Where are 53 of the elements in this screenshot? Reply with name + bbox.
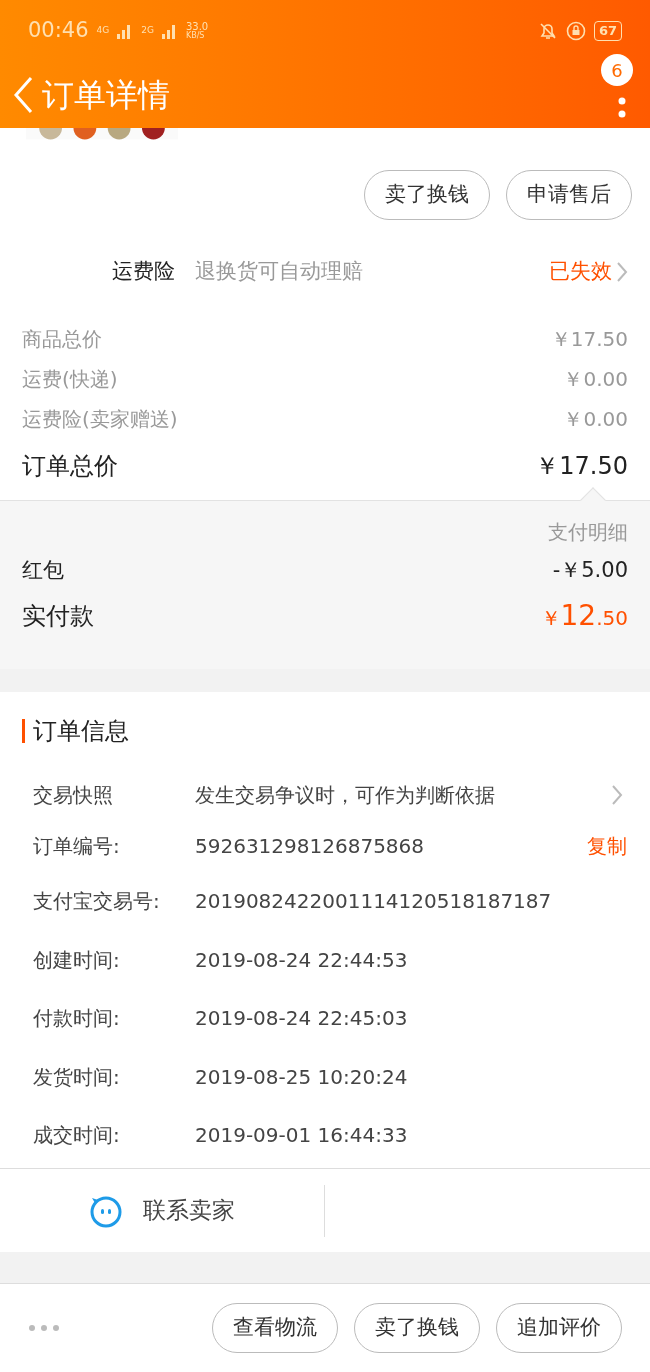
info-label: 交易快照 xyxy=(33,782,114,810)
paid-amount: 12 xyxy=(560,598,597,634)
info-value: 2019082422001114120518187187 xyxy=(195,888,553,916)
action-button[interactable]: 查看物流 xyxy=(212,1303,338,1354)
page-title: 订单详情 xyxy=(42,75,170,117)
price-value: ￥0.00 xyxy=(563,406,628,434)
discount-label: 红包 xyxy=(22,557,64,585)
insurance-description: 退换货可自动理赔 xyxy=(195,258,364,286)
info-value: 发生交易争议时，可作为判断依据 xyxy=(195,782,496,810)
action-button[interactable]: 追加评价 xyxy=(496,1303,622,1354)
section-title: 订单信息 xyxy=(33,715,129,747)
info-value: 2019-09-01 16:44:33 xyxy=(195,1122,409,1150)
info-label: 支付宝交易号: xyxy=(33,888,161,916)
chevron-right-icon xyxy=(611,784,623,807)
info-label: 发货时间: xyxy=(33,1063,121,1091)
signal-icon xyxy=(161,23,178,39)
currency-symbol: ￥ xyxy=(540,605,561,632)
network-label: 4G xyxy=(96,24,110,38)
info-label: 付款时间: xyxy=(33,1005,121,1033)
price-label: 订单总价 xyxy=(22,451,118,483)
action-button[interactable]: 卖了换钱 xyxy=(364,169,490,220)
discount-value: -￥5.00 xyxy=(552,557,628,585)
price-label: 运费险(卖家赠送) xyxy=(22,406,178,434)
info-label: 订单编号: xyxy=(33,833,121,861)
chevron-right-icon xyxy=(616,261,628,284)
network-label: 2G xyxy=(141,24,154,38)
info-value: 2019-08-25 10:20:24 xyxy=(195,1063,409,1091)
action-button[interactable]: 卖了换钱 xyxy=(354,1303,480,1354)
network-speed: 33.0 xyxy=(185,22,209,32)
more-icon[interactable] xyxy=(618,95,626,120)
price-label: 运费(快递) xyxy=(22,366,118,394)
info-value: 2019-08-24 22:45:03 xyxy=(195,1005,409,1033)
price-value: ￥0.00 xyxy=(563,366,628,394)
price-label: 商品总价 xyxy=(22,326,102,354)
status-time: 00:46 xyxy=(28,17,89,45)
price-value: ￥17.50 xyxy=(535,451,628,483)
info-value: 2019-08-24 22:44:53 xyxy=(195,946,409,974)
battery-indicator: 67 xyxy=(593,21,622,41)
contact-seller-link[interactable]: 联系卖家 xyxy=(143,1193,235,1228)
more-icon[interactable] xyxy=(28,1324,60,1333)
lock-rotation-icon xyxy=(565,21,586,41)
price-value: ￥17.50 xyxy=(550,326,628,354)
info-label: 成交时间: xyxy=(33,1122,121,1150)
notification-badge: 6 xyxy=(601,54,633,86)
paid-label: 实付款 xyxy=(22,601,94,632)
info-label: 创建时间: xyxy=(33,946,121,974)
bell-off-icon xyxy=(537,21,558,41)
back-icon[interactable] xyxy=(12,75,34,116)
insurance-label: 运费险 xyxy=(112,258,175,286)
info-value: 592631298126875868 xyxy=(195,833,426,861)
paid-decimal: .50 xyxy=(596,605,628,632)
action-button[interactable]: 申请售后 xyxy=(506,169,632,220)
speed-unit: KB/S xyxy=(185,32,205,40)
